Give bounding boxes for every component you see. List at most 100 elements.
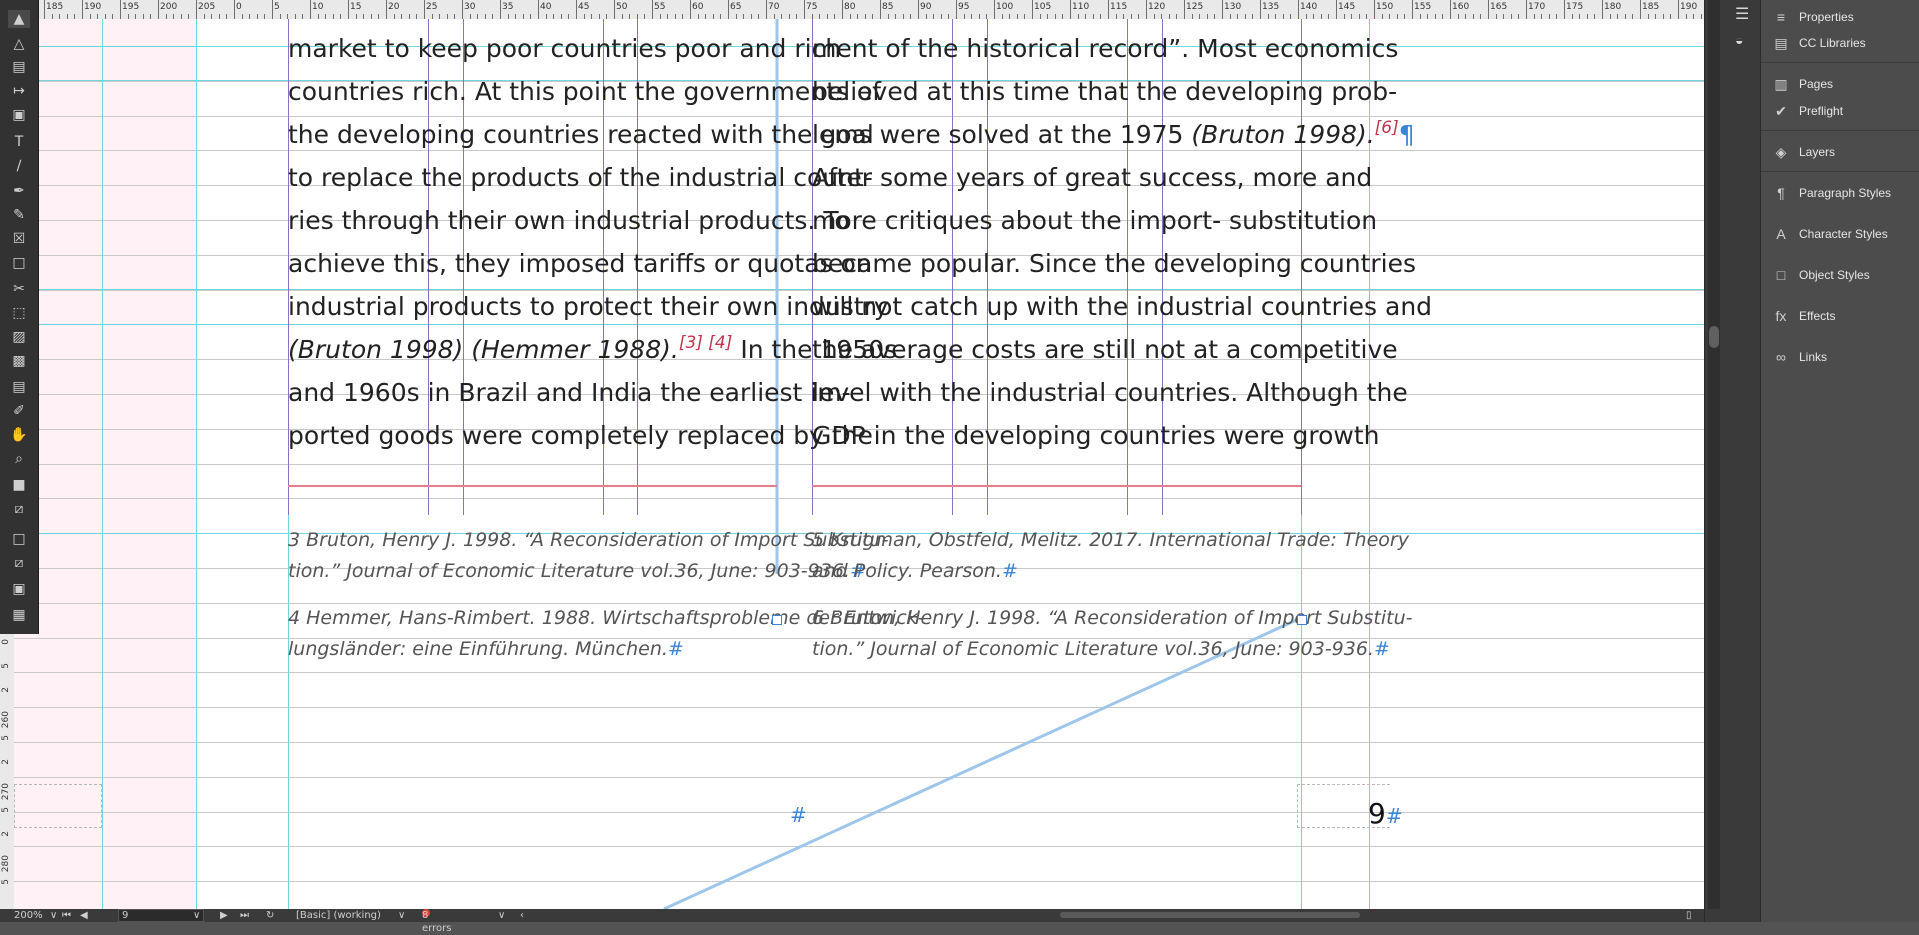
split-view-icon[interactable]: ▯ [1686,909,1692,922]
frame-outport[interactable] [1297,615,1307,625]
cc-libraries-icon: ▤ [1774,35,1788,51]
body-line[interactable]: to replace the products of the industria… [288,156,873,199]
panel-separator [1761,171,1919,172]
citation-text: (Bruton 1998) (Hemmer 1988). [288,335,679,364]
body-line-citation[interactable]: (Bruton 1998) (Hemmer 1988).[3] [4] In t… [288,328,897,375]
body-line[interactable]: level with the industrial countries. Alt… [812,371,1408,414]
content-collector-icon[interactable]: ▣ [8,106,30,124]
panel-paragraph-styles[interactable]: ¶ Paragraph Styles [1761,176,1919,210]
formatting-affects-container-icon[interactable]: □ [8,530,30,548]
preflight-status-icon[interactable]: ↻ [266,909,274,922]
selection-tool-icon[interactable]: ▲ [8,10,30,28]
body-line[interactable]: will not catch up with the industrial co… [812,285,1432,328]
scissors-tool-icon[interactable]: ✂ [8,280,30,298]
body-line[interactable]: became popular. Since the developing cou… [812,242,1416,285]
pen-tool-icon[interactable]: ✒ [8,182,30,200]
page-number[interactable]: 9# [1368,797,1403,830]
ruler-label: 165 [1490,2,1508,12]
ruler-tick [994,0,995,19]
zoom-tool-icon[interactable]: ⌕ [8,450,30,468]
body-line[interactable]: the average costs are still not at a com… [812,328,1398,371]
footnote-text: and Policy. Pearson. [812,560,1002,582]
panel-character-styles[interactable]: A Character Styles [1761,217,1919,251]
rectangle-frame-tool-icon[interactable]: ☒ [8,230,30,248]
body-line[interactable]: ries through their own industrial produc… [288,199,850,242]
panel-object-styles[interactable]: □ Object Styles [1761,258,1919,292]
previous-page-icon[interactable]: ◀ [80,909,88,922]
panel-cc-libraries[interactable]: ▤ CC Libraries [1761,26,1919,60]
gradient-swatch-tool-icon[interactable]: ▨ [8,328,30,346]
first-page-icon[interactable]: ⏮ [62,909,71,922]
footnote-6-cont[interactable]: tion.” Journal of Economic Literature vo… [812,634,1390,665]
panel-preflight[interactable]: ✔ Preflight [1761,94,1919,128]
body-line[interactable]: more critiques about the import- substit… [812,199,1377,242]
document-canvas[interactable]: market to keep poor countries poor and r… [14,19,1704,909]
profile-dropdown-icon[interactable]: ∨ [398,909,405,922]
horizontal-ruler[interactable]: 185 190 195 200 205 0 5 10 15 20 25 30 35 40 45 50 55 60 6… [14,0,1704,20]
body-line[interactable]: ported goods were completely replaced by… [288,414,873,457]
preview-mode-icon[interactable]: ▦ [8,606,30,624]
ruler-tick [348,0,349,19]
frame-outport[interactable] [772,615,782,625]
body-line[interactable]: After some years of great success, more … [812,156,1372,199]
footnote-3-cont[interactable]: tion.” Journal of Economic Literature vo… [288,556,866,587]
page-dropdown-icon[interactable]: ∨ [193,909,200,922]
eyedropper-tool-icon[interactable]: ✐ [8,402,30,420]
zoom-level[interactable]: 200% [14,909,43,922]
free-transform-tool-icon[interactable]: ⬚ [8,304,30,322]
zoom-dropdown-icon[interactable]: ∨ [50,909,57,922]
panel-layers[interactable]: ◈ Layers [1761,135,1919,169]
ruler-label: 120 [1148,2,1166,12]
vertical-scrollbar-thumb[interactable] [1709,326,1719,348]
ruler-tick [234,0,235,19]
panel-label: Character Styles [1799,227,1888,241]
error-dropdown-icon[interactable]: ∨ [498,909,505,922]
body-line[interactable]: and 1960s in Brazil and India the earlie… [288,371,851,414]
gradient-feather-tool-icon[interactable]: ▩ [8,352,30,370]
preflight-profile[interactable]: [Basic] (working) [296,909,381,922]
footnote-6[interactable]: 6 Bruton, Henry J. 1998. “A Reconsiderat… [812,603,1412,634]
next-page-icon[interactable]: ▶ [220,909,228,922]
rectangle-tool-icon[interactable]: □ [8,254,30,272]
horizontal-scrollbar-thumb[interactable] [1060,912,1360,918]
footer-frame[interactable] [14,784,102,828]
body-line[interactable]: GDP in the developing countries were gro… [812,414,1379,457]
panel-links[interactable]: ∞ Links [1761,340,1919,374]
panel-menu-icon[interactable]: ☰ [1735,4,1749,24]
body-line[interactable]: industrial products to protect their own… [288,285,889,328]
body-line[interactable]: believed at this time that the developin… [812,70,1397,113]
page-number-field[interactable]: 9 [118,909,204,922]
footnote-3[interactable]: 3 Bruton, Henry J. 1998. “A Reconsiderat… [288,525,888,556]
line-tool-icon[interactable]: ∕ [8,157,30,175]
default-fill-stroke-icon[interactable]: ■ [8,476,30,494]
end-of-story-marker: # [1001,560,1018,582]
fill-stroke-swatch-icon[interactable]: ⧄ [8,500,30,518]
ruler-label: 180 [1604,2,1622,12]
paragraph-styles-icon: ¶ [1777,185,1785,201]
hand-tool-icon[interactable]: ✋ [8,426,30,444]
body-line[interactable]: market to keep poor countries poor and r… [288,27,841,70]
pencil-tool-icon[interactable]: ✎ [8,206,30,224]
vertical-scrollbar[interactable] [1708,0,1720,909]
panel-label: Layers [1799,145,1836,159]
footnote-4-cont[interactable]: lungsländer: eine Einführung. München.# [288,634,684,665]
gap-tool-icon[interactable]: ↦ [8,82,30,100]
last-page-icon[interactable]: ⏭ [240,909,249,922]
body-line[interactable]: achieve this, they imposed tariffs or qu… [288,242,872,285]
page-tool-icon[interactable]: ▤ [8,58,30,76]
apply-none-icon[interactable]: ⧄ [8,554,30,572]
body-line[interactable]: the developing countries reacted with th… [288,113,874,156]
type-tool-icon[interactable]: T [8,133,30,151]
body-line[interactable]: countries rich. At this point the govern… [288,70,881,113]
note-tool-icon[interactable]: ▤ [8,378,30,396]
direct-selection-tool-icon[interactable]: △ [8,35,30,53]
body-line[interactable]: ment of the historical record”. Most eco… [812,27,1398,70]
ruler-label: 205 [198,2,216,12]
footnote-5[interactable]: 5 Krugman, Obstfeld, Melitz. 2017. Inter… [812,525,1409,556]
body-line-citation[interactable]: lems were solved at the 1975 (Bruton 199… [812,113,1415,160]
publish-online-icon[interactable]: ◒ [1735,32,1743,48]
screen-mode-icon[interactable]: ▣ [8,580,30,598]
panel-effects[interactable]: fx Effects [1761,299,1919,333]
footnote-5-cont[interactable]: and Policy. Pearson.# [812,556,1018,587]
scroll-left-icon[interactable]: ‹ [520,909,524,922]
